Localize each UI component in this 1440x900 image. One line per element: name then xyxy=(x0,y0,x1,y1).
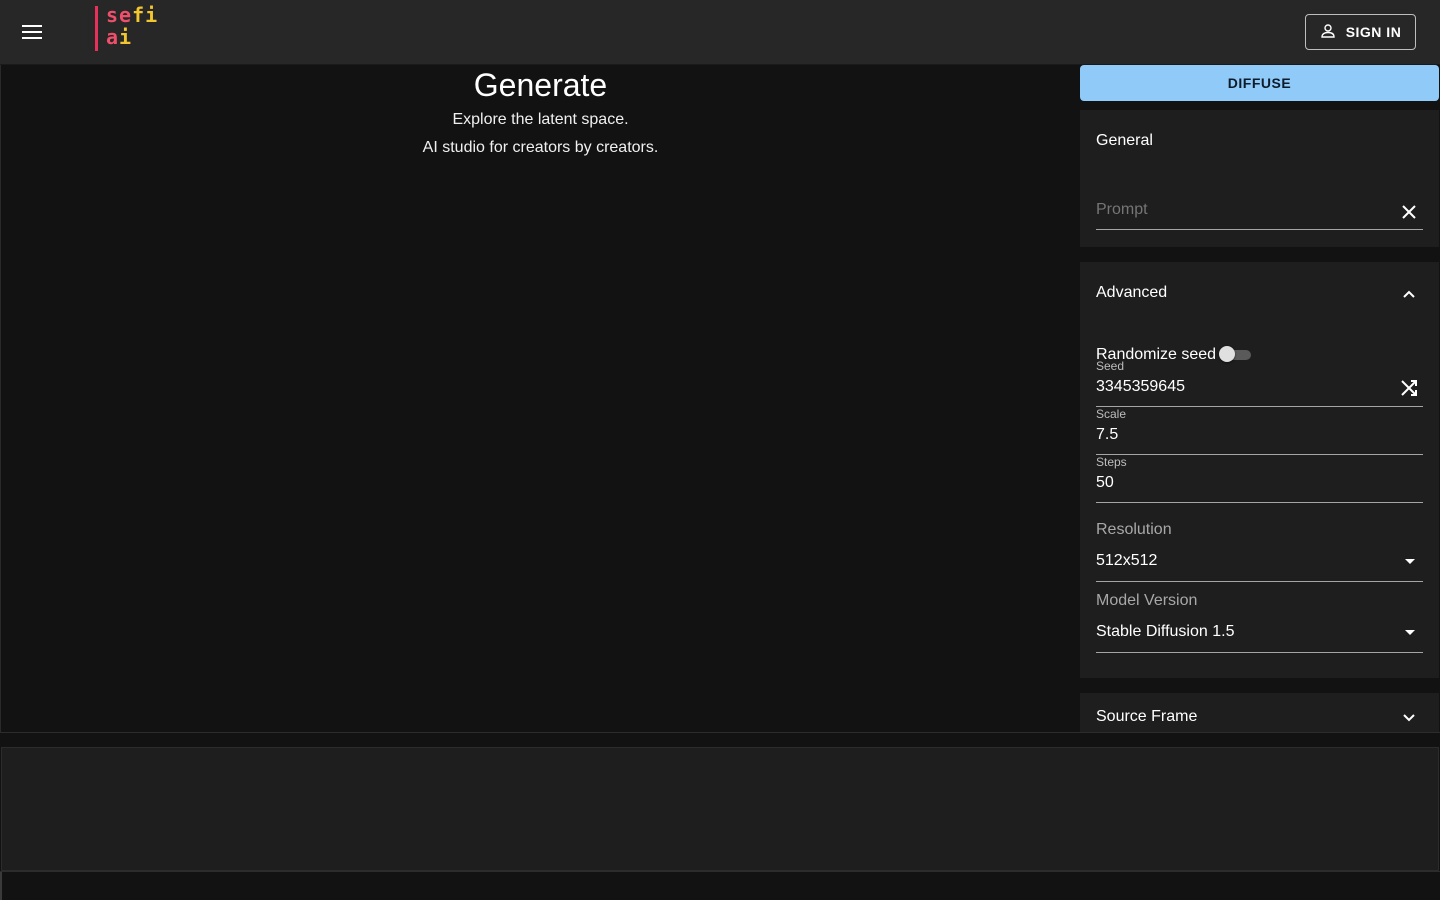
steps-input[interactable] xyxy=(1096,474,1386,492)
main-canvas: Generate Explore the latent space. AI st… xyxy=(0,65,1079,732)
diffuse-button[interactable]: DIFFUSE xyxy=(1080,65,1439,101)
randomize-seed-toggle[interactable] xyxy=(1219,345,1253,365)
page-subtitle-1: Explore the latent space. xyxy=(452,111,629,128)
resolution-label: Resolution xyxy=(1096,521,1172,538)
prompt-input[interactable] xyxy=(1096,201,1386,219)
logo[interactable]: sefi ai xyxy=(95,3,175,52)
source-frame-title[interactable]: Source Frame xyxy=(1096,708,1197,726)
settings-panel: DIFFUSE General Advanced Randomize seed xyxy=(1079,65,1440,732)
chevron-down-icon[interactable] xyxy=(1399,708,1419,728)
steps-field[interactable] xyxy=(1096,471,1423,503)
prompt-field[interactable] xyxy=(1096,198,1423,230)
logo-bar xyxy=(95,6,98,51)
dropdown-caret-icon xyxy=(1405,630,1415,635)
general-section: General xyxy=(1080,110,1439,247)
close-icon[interactable] xyxy=(1397,200,1421,224)
person-outline-icon xyxy=(1320,23,1336,42)
footer xyxy=(0,871,1440,900)
app-bar: sefi ai SIGN IN xyxy=(0,0,1440,65)
scale-field[interactable] xyxy=(1096,423,1423,455)
seed-field[interactable] xyxy=(1096,375,1423,407)
general-section-title: General xyxy=(1096,132,1153,149)
chevron-up-icon[interactable] xyxy=(1399,284,1419,304)
source-frame-section[interactable]: Source Frame xyxy=(1080,693,1439,732)
dropdown-caret-icon xyxy=(1405,559,1415,564)
logo-text: sefi ai xyxy=(106,3,159,49)
seed-input[interactable] xyxy=(1096,378,1386,396)
bottom-divider xyxy=(0,732,1440,748)
resolution-select[interactable]: 512x512 xyxy=(1096,546,1423,582)
gallery-panel xyxy=(1,747,1439,871)
shuffle-icon[interactable] xyxy=(1397,376,1421,400)
scale-input[interactable] xyxy=(1096,426,1386,444)
model-version-select[interactable]: Stable Diffusion 1.5 xyxy=(1096,617,1423,653)
scale-label: Scale xyxy=(1096,407,1127,421)
page-subtitle-2: AI studio for creators by creators. xyxy=(422,139,659,156)
toggle-thumb xyxy=(1219,346,1236,362)
seed-label: Seed xyxy=(1096,359,1125,373)
page-title: Generate xyxy=(473,67,608,103)
sign-in-label: SIGN IN xyxy=(1345,24,1402,40)
sign-in-button[interactable]: SIGN IN xyxy=(1305,14,1416,50)
advanced-section: Advanced Randomize seed Seed 3345359645 … xyxy=(1080,262,1439,678)
model-version-label: Model Version xyxy=(1096,592,1198,609)
model-version-value: Stable Diffusion 1.5 xyxy=(1096,623,1235,640)
steps-label: Steps xyxy=(1096,455,1127,469)
footer-edge xyxy=(0,872,2,900)
advanced-section-title[interactable]: Advanced xyxy=(1096,284,1167,302)
hamburger-menu-icon[interactable] xyxy=(14,14,50,50)
resolution-value: 512x512 xyxy=(1096,552,1158,569)
